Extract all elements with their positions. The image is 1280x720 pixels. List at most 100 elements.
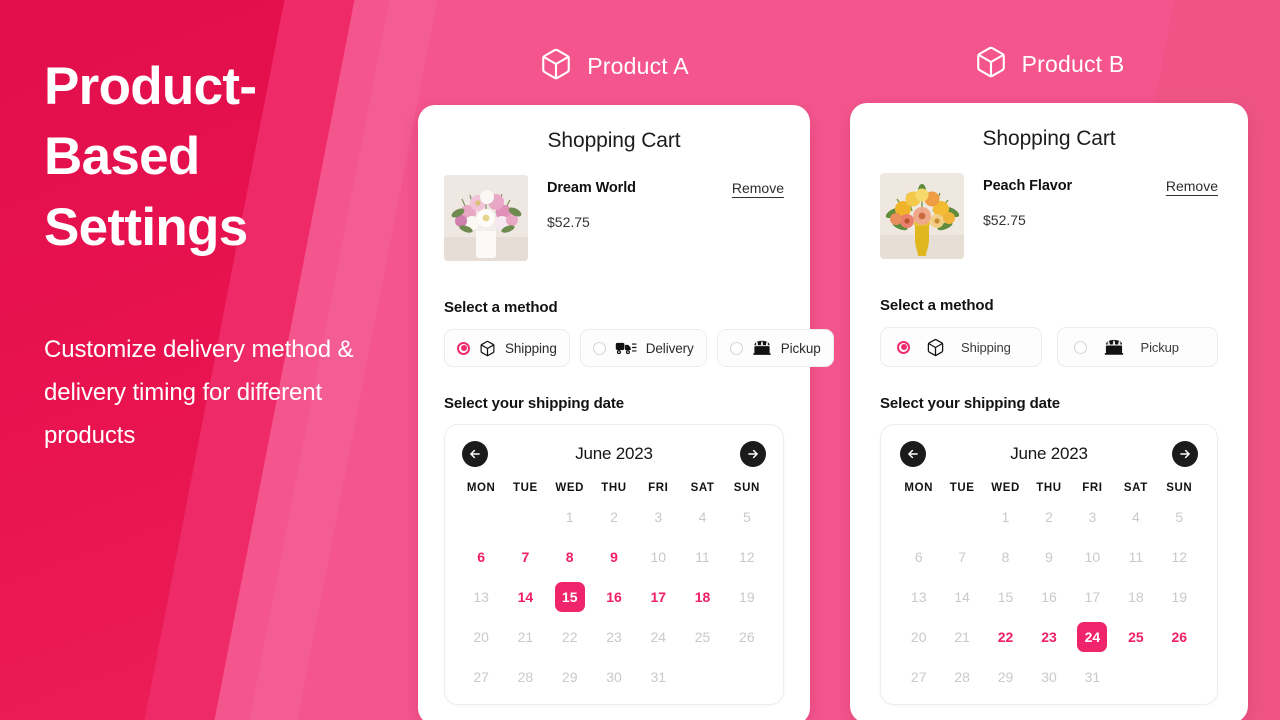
calendar-day-disabled: 3 [1088, 509, 1097, 525]
calendar-day-disabled: 5 [1175, 509, 1184, 525]
calendar-weekday: SUN [733, 482, 760, 494]
calendar-day-disabled: 27 [910, 669, 927, 685]
calendar-day-disabled: 17 [1084, 589, 1101, 605]
calendar-day-disabled: 12 [1171, 549, 1188, 565]
calendar-weekday: MON [904, 482, 934, 494]
calendar-day-available[interactable]: 6 [459, 540, 503, 574]
calendar-day-disabled: 4 [698, 509, 707, 525]
calendar-day-available[interactable]: 8 [548, 540, 592, 574]
calendar-weekday: TUE [513, 482, 538, 494]
cart-item-price: $52.75 [983, 212, 1026, 228]
calendar-weekday: THU [601, 482, 627, 494]
calendar-day-disabled: 26 [739, 629, 755, 645]
card-title: Shopping Cart [982, 127, 1116, 150]
arrow-left-icon[interactable] [900, 441, 926, 467]
calendar-day-disabled: 1 [565, 509, 574, 525]
package-box-icon [479, 340, 496, 357]
calendar-day-disabled: 30 [606, 669, 622, 685]
calendar-day-disabled: 5 [742, 509, 751, 525]
radio-shipping[interactable] [897, 340, 910, 354]
calendar-day-available[interactable]: 22 [984, 620, 1027, 654]
remove-item-link[interactable]: Remove [732, 175, 784, 196]
calendar-day-available[interactable]: 14 [503, 580, 547, 614]
calendar-day-disabled: 20 [910, 629, 927, 645]
method-option-shipping[interactable]: Shipping [444, 329, 570, 367]
cart-item-name: Dream World [547, 180, 636, 196]
product-b-header: Product B [850, 38, 1248, 90]
calendar-week-row: 1 2 3 4 5 [897, 500, 1201, 534]
calendar-weekday-row: MON TUE WED THU FRI SAT SUN [897, 482, 1201, 494]
radio-pickup[interactable] [1073, 340, 1087, 354]
method-options-group: Shipping [444, 329, 834, 367]
calendar-day-disabled: 20 [473, 629, 489, 645]
calendar-day-disabled: 24 [650, 629, 667, 645]
calendar-day-disabled: 8 [1001, 549, 1010, 565]
pink-white-bouquet-photo [444, 175, 528, 261]
calendar-weekday: THU [1036, 482, 1062, 494]
arrow-right-icon[interactable] [739, 441, 766, 467]
calendar-week-row: 27 28 29 30 31 [897, 660, 1201, 694]
calendar-grid: 1 2 3 4 5 6 7 8 9 10 11 12 13 14 15 16 17 18 19 20 21 22 23 24 2… [897, 500, 1201, 694]
calendar-weekday: FRI [1082, 482, 1103, 494]
date-section-label: Select your shipping date [444, 395, 625, 412]
calendar-day-available[interactable]: 18 [680, 580, 724, 614]
package-box-icon [974, 45, 1008, 84]
yellow-peach-bouquet-photo [880, 173, 964, 259]
calendar-day-disabled: 29 [997, 669, 1014, 685]
radio-shipping[interactable] [457, 341, 470, 355]
product-a-card: Shopping Cart Dream World $52.75 Remove … [418, 105, 834, 720]
calendar-weekday-row: MON TUE WED THU FRI SAT SUN [459, 482, 769, 494]
cart-line-item: Peach Flavor $52.75 Remove [880, 173, 1218, 259]
card-title: Shopping Cart [547, 129, 681, 152]
method-option-pickup[interactable]: Pickup [1056, 327, 1218, 367]
method-option-delivery[interactable]: Delivery [579, 329, 707, 367]
calendar-day-available[interactable]: 23 [1027, 620, 1070, 654]
calendar-day-available[interactable]: 9 [592, 540, 636, 574]
storefront-icon [1103, 339, 1125, 356]
calendar-day-available[interactable]: 26 [1158, 620, 1201, 654]
method-label-shipping: Shipping [505, 340, 557, 356]
method-option-pickup[interactable]: Pickup [716, 329, 834, 367]
calendar-weekday: WED [555, 482, 585, 494]
arrow-left-icon[interactable] [462, 441, 488, 467]
calendar-day-disabled: 19 [1171, 589, 1188, 605]
calendar-day-disabled: 23 [606, 629, 622, 645]
shipping-date-calendar: June 2023 MON TUE WED THU FRI SAT SUN 12345678… [880, 424, 1218, 705]
arrow-right-icon[interactable] [1171, 441, 1198, 467]
calendar-day-available[interactable]: 7 [503, 540, 547, 574]
calendar-day-disabled: 13 [473, 589, 489, 605]
calendar-week-row: 6 7 8 9 10 11 12 [459, 540, 769, 574]
calendar-day-disabled: 21 [517, 629, 534, 645]
calendar-weekday: SAT [1123, 482, 1148, 494]
calendar-day-disabled: 22 [561, 629, 578, 645]
calendar-day-disabled: 25 [694, 629, 711, 645]
calendar-day-selected[interactable]: 15 [548, 580, 592, 614]
calendar-day-disabled: 11 [1128, 549, 1144, 565]
product-column-a: Product A Shopping Cart Dream World $52.… [418, 40, 834, 720]
calendar-day-disabled: 28 [517, 669, 534, 685]
radio-delivery[interactable] [592, 341, 606, 355]
calendar-day-disabled: 30 [1041, 669, 1057, 685]
calendar-day-available[interactable]: 17 [636, 580, 680, 614]
calendar-day-disabled: 31 [650, 669, 667, 685]
page-title: Product- Based Settings [44, 57, 257, 257]
calendar-weekday: SUN [1166, 482, 1193, 494]
calendar-day-disabled: 6 [914, 549, 923, 565]
method-option-shipping[interactable]: Shipping [880, 327, 1042, 367]
calendar-day-selected[interactable]: 24 [1071, 620, 1114, 654]
method-section-label: Select a method [880, 297, 994, 314]
method-options-group: Shipping [880, 327, 1218, 367]
calendar-day-available[interactable]: 25 [1114, 620, 1157, 654]
calendar-day-disabled: 12 [739, 549, 755, 565]
calendar-day-disabled: 7 [958, 549, 967, 565]
remove-item-link[interactable]: Remove [1166, 173, 1218, 194]
calendar-day-available[interactable]: 16 [592, 580, 636, 614]
cart-item-name: Peach Flavor [983, 178, 1073, 194]
delivery-truck-icon [615, 340, 637, 356]
calendar-day-disabled: 18 [1128, 589, 1144, 605]
calendar-week-row: 20 21 22 23 24 25 26 [897, 620, 1201, 654]
date-section-label: Select your shipping date [880, 395, 1061, 412]
calendar-week-row: 6 7 8 9 10 11 12 [897, 540, 1201, 574]
calendar-day-disabled: 27 [473, 669, 489, 685]
radio-pickup[interactable] [729, 341, 743, 355]
